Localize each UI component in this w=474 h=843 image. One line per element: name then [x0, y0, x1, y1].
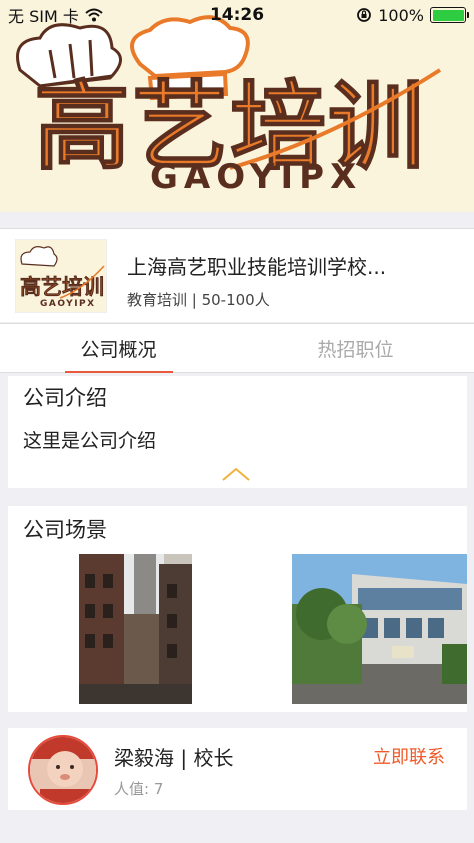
- company-banner: 高艺培训 GAOYIPX 无 SIM 卡 14:26 100%: [0, 0, 474, 212]
- scenes-title: 公司场景: [23, 518, 107, 542]
- scene-photo-building[interactable]: [292, 554, 467, 704]
- contact-card: 梁毅海 | 校长 人值: 7 立即联系: [8, 728, 467, 810]
- intro-text: 这里是公司介绍: [23, 430, 157, 452]
- company-logo: 高艺培训 GAOYIPX: [15, 239, 107, 313]
- company-info-card[interactable]: 高艺培训 GAOYIPX 上海高艺职业技能培训学校... 教育培训 | 50-1…: [0, 228, 474, 322]
- battery-percent: 100%: [378, 5, 424, 25]
- battery-fill: [432, 9, 464, 21]
- banner-logo: 高艺培训 GAOYIPX: [16, 15, 442, 197]
- battery-icon: [430, 7, 469, 23]
- avatar[interactable]: [28, 735, 98, 805]
- contact-name: 梁毅海 | 校长: [114, 746, 234, 770]
- carrier-label: 无 SIM 卡: [8, 7, 79, 26]
- wifi-icon: [85, 8, 103, 22]
- tab-company-overview[interactable]: 公司概况: [0, 324, 237, 372]
- company-name: 上海高艺职业技能培训学校...: [127, 255, 387, 279]
- scene-photo-alley[interactable]: [79, 554, 192, 704]
- contact-now-button[interactable]: 立即联系: [373, 743, 445, 769]
- contact-popularity: 人值: 7: [114, 780, 164, 798]
- chevron-up-icon[interactable]: [221, 466, 251, 482]
- status-bar: 无 SIM 卡 14:26 100%: [0, 0, 474, 30]
- company-meta: 教育培训 | 50-100人: [127, 291, 270, 309]
- rotation-lock-icon: [357, 8, 372, 22]
- banner-logo-pinyin: GAOYIPX: [150, 157, 362, 197]
- company-tabs: 公司概况 热招职位: [0, 323, 474, 373]
- company-scenes-section: 公司场景: [8, 506, 467, 712]
- svg-text:GAOYIPX: GAOYIPX: [40, 299, 96, 309]
- tab-hot-jobs[interactable]: 热招职位: [237, 324, 474, 372]
- company-intro-section: 公司介绍 这里是公司介绍: [8, 376, 467, 488]
- intro-title: 公司介绍: [23, 386, 107, 410]
